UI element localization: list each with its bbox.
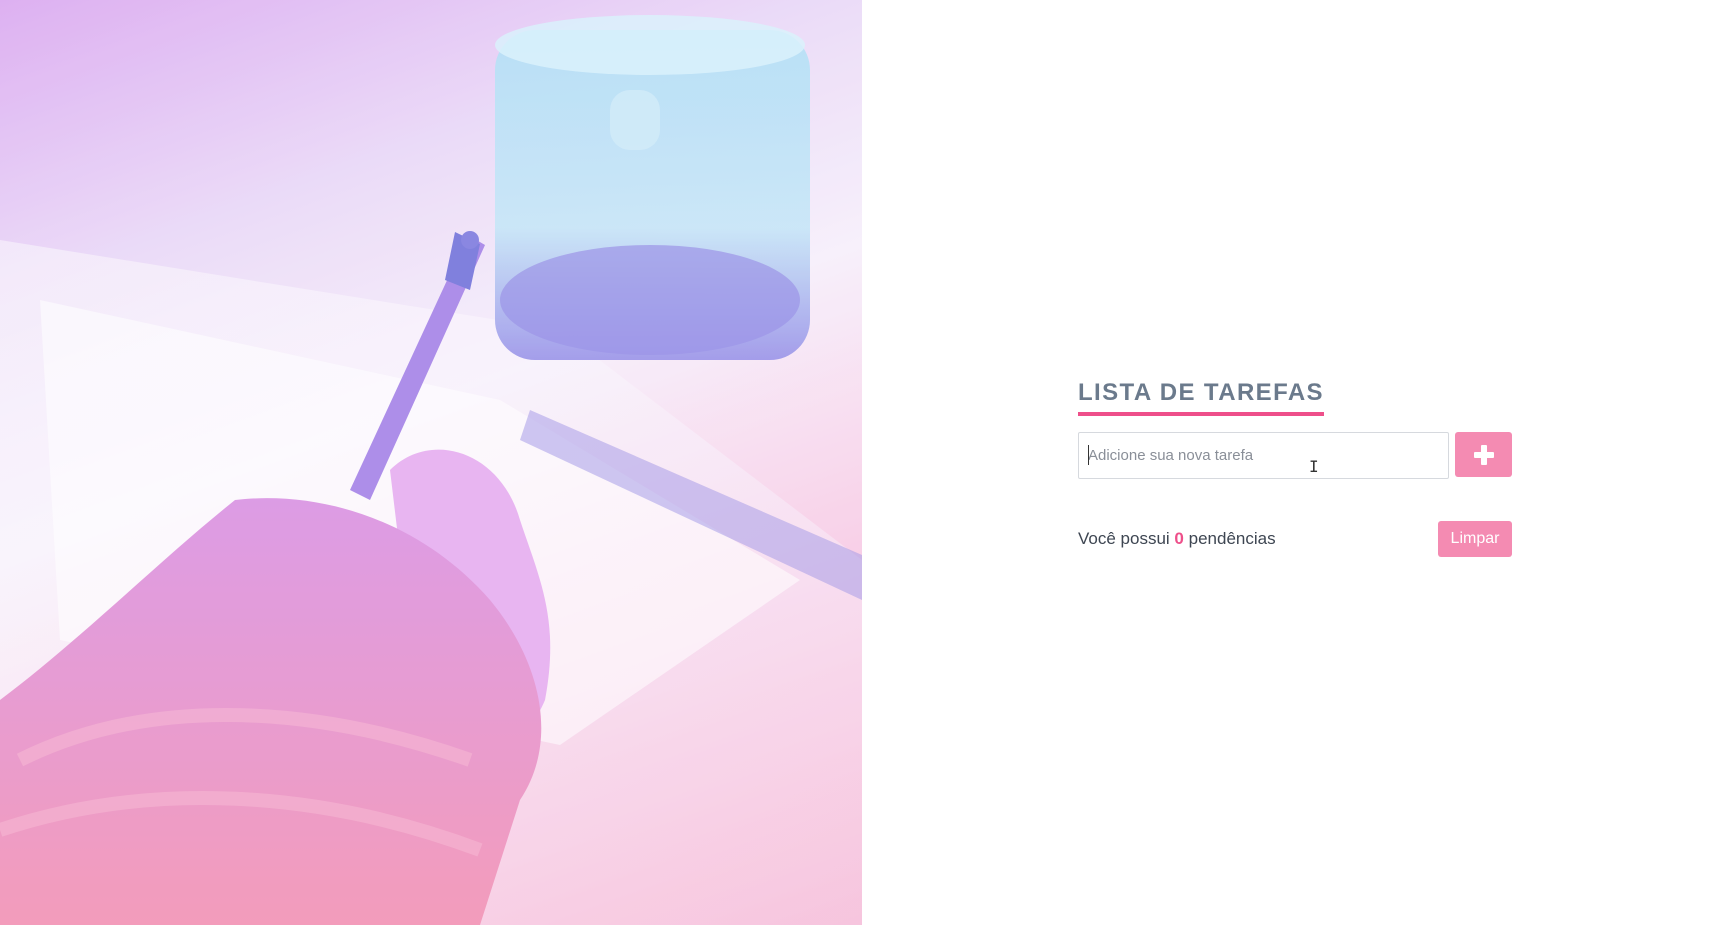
new-task-input[interactable] bbox=[1078, 432, 1449, 479]
plus-icon bbox=[1473, 444, 1494, 465]
footer-row: Você possui 0 pendências Limpar bbox=[1078, 521, 1512, 557]
todo-page: LISTA DE TAREFAS I Você possui 0 pendênc… bbox=[0, 0, 1725, 925]
hero-illustration bbox=[0, 0, 862, 925]
ibeam-cursor-icon: I bbox=[1309, 457, 1319, 476]
pending-prefix: Você possui bbox=[1078, 529, 1170, 548]
pending-summary: Você possui 0 pendências bbox=[1078, 528, 1276, 550]
pending-suffix: pendências bbox=[1188, 529, 1276, 548]
hero-image bbox=[0, 0, 862, 925]
todo-panel: LISTA DE TAREFAS I Você possui 0 pendênc… bbox=[1078, 378, 1512, 557]
add-task-button[interactable] bbox=[1455, 432, 1512, 477]
clear-button[interactable]: Limpar bbox=[1438, 521, 1512, 557]
page-title: LISTA DE TAREFAS bbox=[1078, 378, 1324, 416]
text-caret bbox=[1088, 445, 1089, 465]
add-task-row: I bbox=[1078, 432, 1512, 479]
pending-count: 0 bbox=[1174, 529, 1184, 548]
